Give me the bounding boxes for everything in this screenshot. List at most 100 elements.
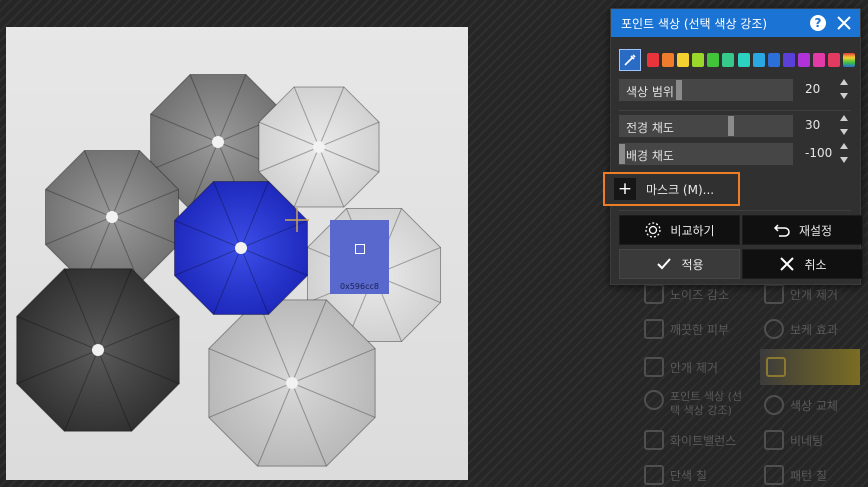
color-chip[interactable] bbox=[828, 53, 841, 67]
color-chip[interactable] bbox=[647, 53, 659, 67]
eyedropper-icon bbox=[624, 54, 636, 66]
tool-noise-reduction[interactable]: 노이즈 감소 bbox=[644, 283, 729, 305]
plus-icon: + bbox=[614, 178, 636, 200]
umbrella-blue-highlighted bbox=[173, 180, 309, 316]
color-chip[interactable] bbox=[677, 53, 690, 67]
mask-button[interactable]: + 마스크 (M)... bbox=[603, 172, 740, 206]
foreground-saturation-slider[interactable]: 전경 채도 bbox=[619, 115, 793, 137]
tool-label: 포인트 색상 (선택 색상 강조) bbox=[670, 390, 743, 417]
color-chip[interactable] bbox=[767, 53, 780, 67]
tool-label: 단색 칠 bbox=[670, 468, 707, 483]
cancel-button[interactable]: 취소 bbox=[742, 249, 863, 279]
check-icon bbox=[655, 255, 673, 273]
dehaze-icon bbox=[644, 357, 664, 377]
hue-range-row: 색상 범위 20 bbox=[619, 78, 857, 102]
umbrella-left bbox=[44, 149, 180, 285]
color-chip[interactable] bbox=[782, 53, 795, 67]
point-color-icon bbox=[644, 390, 664, 410]
sample-point-icon bbox=[355, 244, 365, 254]
foreground-saturation-spinner[interactable] bbox=[839, 115, 849, 135]
panel-titlebar[interactable]: 포인트 색상 (선택 색상 강조) ? bbox=[611, 9, 860, 37]
color-chip[interactable] bbox=[722, 53, 735, 67]
color-replace-icon bbox=[764, 395, 784, 415]
background-saturation-slider[interactable]: 배경 채도 bbox=[619, 143, 793, 165]
point-color-panel: 포인트 색상 (선택 색상 강조) ? 색상 범위 20 전경 채도 30 배경… bbox=[603, 8, 863, 285]
umbrella-bottom-left bbox=[16, 268, 180, 432]
solid-fill-icon bbox=[644, 465, 664, 485]
tool-label: 안개 제거 bbox=[790, 287, 838, 302]
sampled-color-swatch: 0x596cc8 bbox=[330, 220, 389, 294]
tool-label: 색상 교체 bbox=[790, 398, 838, 413]
eyedropper-icon bbox=[644, 430, 664, 450]
reset-label: 재설정 bbox=[798, 223, 833, 238]
tool-solid-fill[interactable]: 단색 칠 bbox=[644, 464, 707, 486]
background-saturation-spinner[interactable] bbox=[839, 143, 849, 163]
color-chip[interactable] bbox=[692, 53, 705, 67]
tool-bokeh[interactable]: 보케 효과 bbox=[764, 318, 838, 340]
tool-label: 화이트밸런스 bbox=[670, 433, 737, 448]
tool-white-balance[interactable]: 화이트밸런스 bbox=[644, 429, 736, 451]
foreground-saturation-value[interactable]: 30 bbox=[805, 118, 820, 132]
hue-range-slider[interactable]: 색상 범위 bbox=[619, 79, 793, 101]
foreground-saturation-row: 전경 채도 30 bbox=[619, 114, 857, 138]
tool-point-color[interactable]: 포인트 색상 (선택 색상 강조) bbox=[644, 390, 748, 420]
color-chip[interactable] bbox=[752, 53, 765, 67]
panel-title: 포인트 색상 (선택 색상 강조) bbox=[621, 16, 768, 31]
tool-color-replace-highlight[interactable] bbox=[760, 349, 860, 385]
divider bbox=[619, 110, 851, 111]
tool-clean-skin[interactable]: 깨끗한 피부 bbox=[644, 318, 729, 340]
tool-pattern-fill[interactable]: 패턴 칠 bbox=[764, 464, 827, 486]
color-chip[interactable] bbox=[813, 53, 826, 67]
color-replace-icon bbox=[766, 357, 786, 377]
tool-dehaze[interactable]: 안개 제거 bbox=[644, 356, 718, 378]
rainbow-chip[interactable] bbox=[843, 53, 856, 67]
help-icon[interactable]: ? bbox=[810, 15, 826, 31]
tool-vignette[interactable]: 비네팅 bbox=[764, 429, 823, 451]
slider-label: 색상 범위 bbox=[626, 85, 674, 99]
close-icon[interactable] bbox=[834, 13, 854, 33]
reset-button[interactable]: 재설정 bbox=[742, 215, 863, 245]
compare-button[interactable]: 비교하기 bbox=[619, 215, 740, 245]
pattern-fill-icon bbox=[764, 465, 784, 485]
tool-label: 보케 효과 bbox=[790, 322, 838, 337]
apply-button[interactable]: 적용 bbox=[619, 249, 740, 279]
background-saturation-row: 배경 채도 -100 bbox=[619, 142, 857, 166]
color-chip[interactable] bbox=[797, 53, 810, 67]
tool-dehaze-top[interactable]: 안개 제거 bbox=[764, 283, 838, 305]
vignette-icon bbox=[764, 430, 784, 450]
cancel-label: 취소 bbox=[804, 257, 827, 272]
divider bbox=[619, 210, 851, 211]
tool-color-replace[interactable]: 색상 교체 bbox=[764, 394, 838, 416]
compare-icon bbox=[644, 221, 662, 239]
skin-icon bbox=[644, 319, 664, 339]
tool-label: 비네팅 bbox=[790, 433, 824, 448]
apply-label: 적용 bbox=[681, 257, 704, 272]
slider-label: 배경 채도 bbox=[626, 149, 674, 163]
tool-label: 패턴 칠 bbox=[790, 468, 827, 483]
umbrella-photo bbox=[16, 74, 442, 467]
color-presets bbox=[619, 49, 858, 71]
umbrella-top-right bbox=[258, 86, 380, 208]
background-saturation-value[interactable]: -100 bbox=[805, 146, 832, 160]
mask-label: 마스크 (M)... bbox=[646, 182, 715, 197]
slider-thumb[interactable] bbox=[619, 144, 625, 164]
eyedropper-button[interactable] bbox=[619, 49, 641, 71]
photo-canvas[interactable]: 0x596cc8 bbox=[6, 27, 468, 480]
slider-thumb[interactable] bbox=[728, 116, 734, 136]
noise-icon bbox=[644, 284, 664, 304]
hue-range-spinner[interactable] bbox=[839, 79, 849, 99]
tool-label: 깨끗한 피부 bbox=[670, 322, 730, 337]
undo-icon bbox=[773, 221, 791, 239]
color-chip[interactable] bbox=[737, 53, 750, 67]
color-chip[interactable] bbox=[662, 53, 675, 67]
bokeh-icon bbox=[764, 319, 784, 339]
tool-label: 노이즈 감소 bbox=[670, 287, 730, 302]
umbrella-bottom-center bbox=[208, 299, 376, 467]
color-chip[interactable] bbox=[707, 53, 720, 67]
compare-label: 비교하기 bbox=[670, 223, 715, 238]
slider-label: 전경 채도 bbox=[626, 121, 674, 135]
slider-thumb[interactable] bbox=[676, 80, 682, 100]
dehaze-icon bbox=[764, 284, 784, 304]
hue-range-value[interactable]: 20 bbox=[805, 82, 820, 96]
sampled-color-hex: 0x596cc8 bbox=[330, 280, 389, 294]
